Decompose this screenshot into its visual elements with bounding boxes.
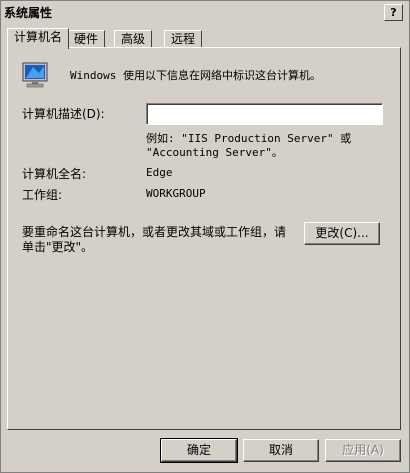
full-name-label: 计算机全名: [22,167,87,181]
title-bar: 系统属性 ? [1,1,409,23]
help-button[interactable]: ? [384,4,403,21]
computer-description-input[interactable] [146,103,383,125]
description-label: 计算机描述(D): [22,107,105,121]
rename-text-line2: 单击"更改"。 [22,240,94,254]
workgroup-label: 工作组: [22,188,63,202]
intro-text: Windows 使用以下信息在网络中标识这台计算机。 [70,69,321,82]
description-example-line2: "Accounting Server"。 [146,146,283,159]
window-title: 系统属性 [4,6,53,20]
full-name-value: Edge [146,166,173,179]
system-properties-dialog: 系统属性 ? 计算机名 硬件 高级 远程 Windows 使用以下信息在网络中标… [0,0,410,473]
workgroup-value: WORKGROUP [146,187,206,200]
cancel-button[interactable]: 取消 [243,439,319,462]
computer-monitor-icon [22,62,48,88]
apply-button: 应用(A) [325,439,401,462]
tab-computer-name[interactable]: 计算机名 [7,28,70,49]
ok-button[interactable]: 确定 [160,438,238,463]
change-button[interactable]: 更改(C)... [304,222,380,245]
